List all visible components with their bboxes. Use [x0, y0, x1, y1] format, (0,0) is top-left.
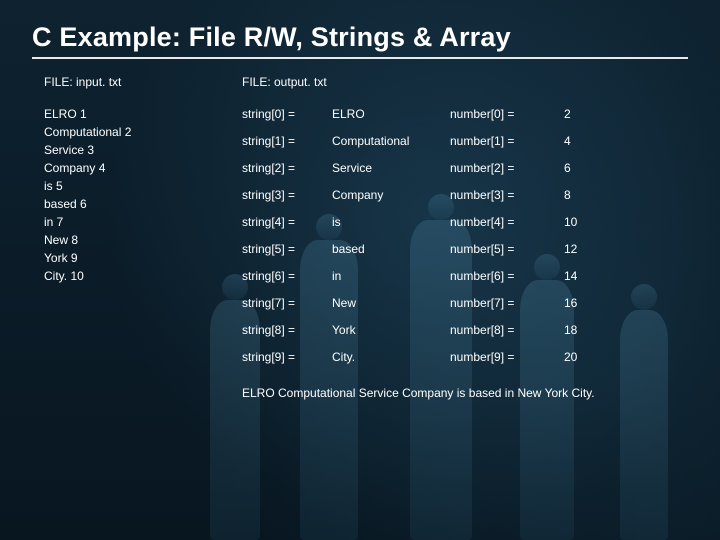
- number-val: 16: [564, 294, 584, 312]
- string-lhs: string[0] =: [242, 105, 310, 123]
- string-val: Service: [332, 159, 428, 177]
- input-line: Computational 2: [44, 123, 194, 141]
- string-val: in: [332, 267, 428, 285]
- output-row: string[2] = Service number[2] = 6: [242, 159, 688, 177]
- output-row: string[8] = York number[8] = 18: [242, 321, 688, 339]
- string-val: Computational: [332, 132, 428, 150]
- input-line: York 9: [44, 249, 194, 267]
- string-val: York: [332, 321, 428, 339]
- string-val: based: [332, 240, 428, 258]
- string-lhs: string[7] =: [242, 294, 310, 312]
- slide-title: C Example: File R/W, Strings & Array: [32, 22, 688, 53]
- string-lhs: string[6] =: [242, 267, 310, 285]
- output-row: string[3] = Company number[3] = 8: [242, 186, 688, 204]
- string-val: Company: [332, 186, 428, 204]
- input-file-lines: ELRO 1 Computational 2 Service 3 Company…: [44, 105, 194, 285]
- string-val: is: [332, 213, 428, 231]
- number-val: 12: [564, 240, 584, 258]
- number-lhs: number[4] =: [450, 213, 542, 231]
- number-lhs: number[8] =: [450, 321, 542, 339]
- number-lhs: number[1] =: [450, 132, 542, 150]
- output-column: FILE: output. txt string[0] = ELRO numbe…: [242, 73, 688, 402]
- number-val: 14: [564, 267, 584, 285]
- number-val: 10: [564, 213, 584, 231]
- output-file-label: FILE: output. txt: [242, 73, 688, 91]
- output-row: string[5] = based number[5] = 12: [242, 240, 688, 258]
- string-lhs: string[1] =: [242, 132, 310, 150]
- number-val: 8: [564, 186, 584, 204]
- number-val: 20: [564, 348, 584, 366]
- output-summary: ELRO Computational Service Company is ba…: [242, 384, 688, 402]
- number-val: 6: [564, 159, 584, 177]
- input-line: based 6: [44, 195, 194, 213]
- number-lhs: number[7] =: [450, 294, 542, 312]
- output-row: string[9] = City. number[9] = 20: [242, 348, 688, 366]
- input-line: is 5: [44, 177, 194, 195]
- output-row: string[6] = in number[6] = 14: [242, 267, 688, 285]
- string-lhs: string[3] =: [242, 186, 310, 204]
- number-lhs: number[0] =: [450, 105, 542, 123]
- input-file-label: FILE: input. txt: [44, 73, 194, 91]
- string-lhs: string[4] =: [242, 213, 310, 231]
- string-val: ELRO: [332, 105, 428, 123]
- string-val: City.: [332, 348, 428, 366]
- string-val: New: [332, 294, 428, 312]
- input-line: ELRO 1: [44, 105, 194, 123]
- number-lhs: number[6] =: [450, 267, 542, 285]
- number-lhs: number[2] =: [450, 159, 542, 177]
- output-rows: string[0] = ELRO number[0] = 2 string[1]…: [242, 105, 688, 366]
- title-underline: [32, 57, 688, 59]
- input-column: FILE: input. txt ELRO 1 Computational 2 …: [44, 73, 194, 402]
- output-row: string[4] = is number[4] = 10: [242, 213, 688, 231]
- number-lhs: number[9] =: [450, 348, 542, 366]
- input-line: New 8: [44, 231, 194, 249]
- string-lhs: string[5] =: [242, 240, 310, 258]
- input-line: in 7: [44, 213, 194, 231]
- string-lhs: string[9] =: [242, 348, 310, 366]
- number-val: 2: [564, 105, 584, 123]
- string-lhs: string[8] =: [242, 321, 310, 339]
- output-row: string[7] = New number[7] = 16: [242, 294, 688, 312]
- number-val: 4: [564, 132, 584, 150]
- output-row: string[0] = ELRO number[0] = 2: [242, 105, 688, 123]
- slide-body: FILE: input. txt ELRO 1 Computational 2 …: [32, 73, 688, 402]
- number-lhs: number[3] =: [450, 186, 542, 204]
- output-row: string[1] = Computational number[1] = 4: [242, 132, 688, 150]
- input-line: Service 3: [44, 141, 194, 159]
- number-lhs: number[5] =: [450, 240, 542, 258]
- string-lhs: string[2] =: [242, 159, 310, 177]
- input-line: Company 4: [44, 159, 194, 177]
- input-line: City. 10: [44, 267, 194, 285]
- number-val: 18: [564, 321, 584, 339]
